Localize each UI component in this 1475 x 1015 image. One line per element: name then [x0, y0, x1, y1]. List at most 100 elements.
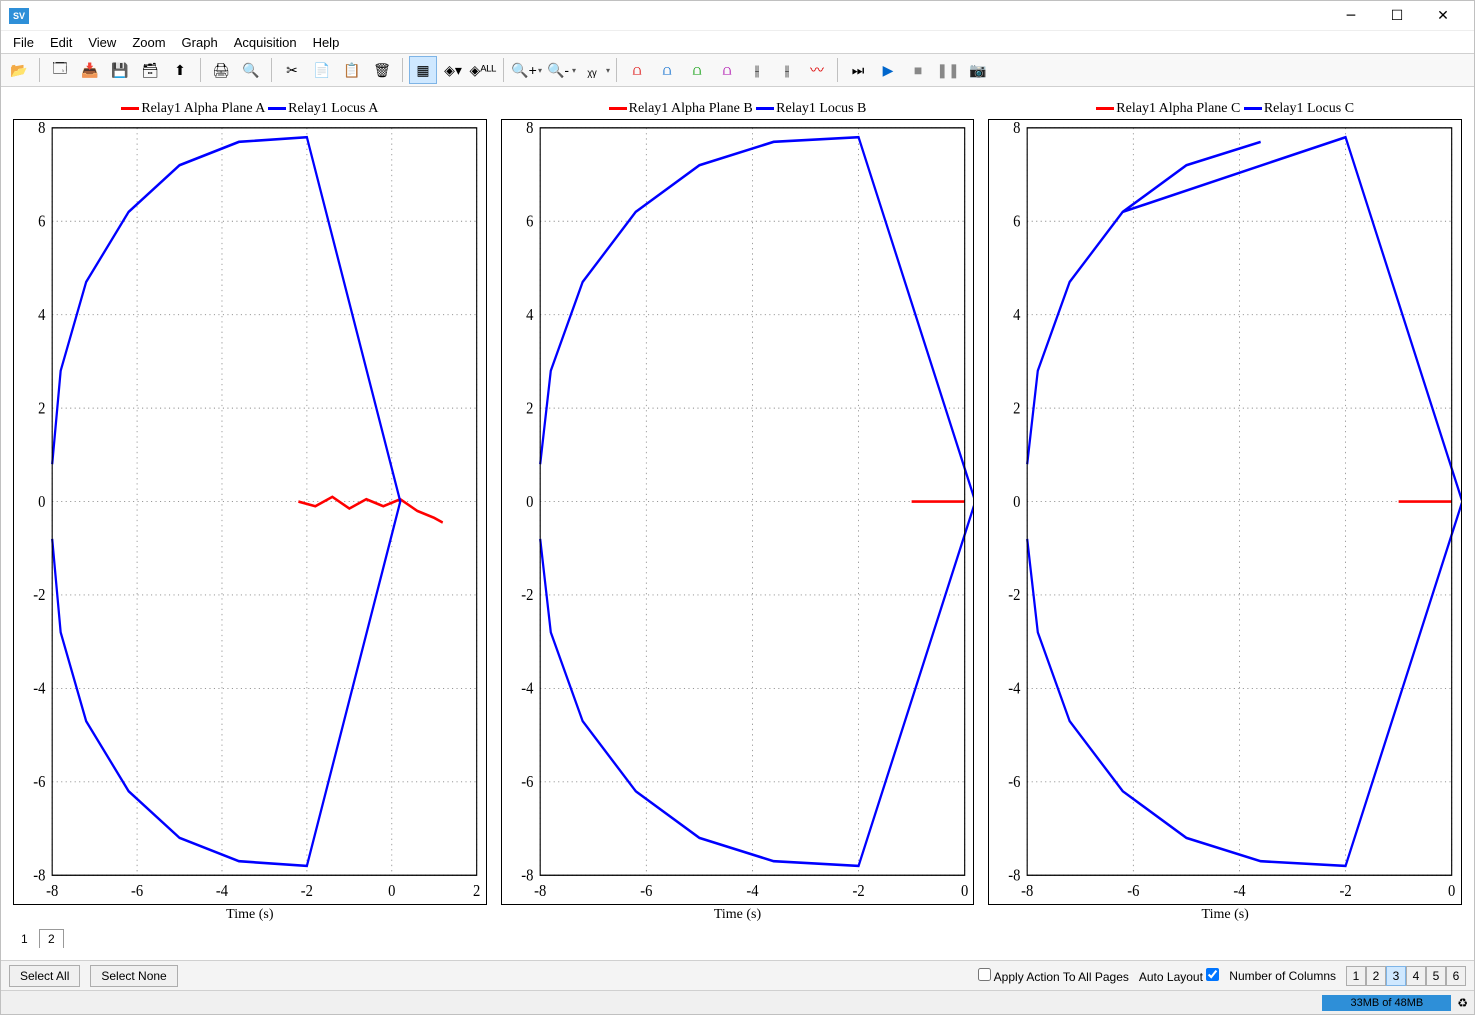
open-icon[interactable]: 📂: [5, 56, 33, 84]
signal-c-icon[interactable]: ⩍: [683, 56, 711, 84]
svg-text:-4: -4: [521, 680, 533, 698]
svg-text:-2: -2: [852, 882, 864, 900]
num-cols-label: Number of Columns: [1229, 969, 1336, 983]
svg-text:0: 0: [388, 882, 395, 900]
marker-all-icon[interactable]: ◈ᴬᴸᴸ: [469, 56, 497, 84]
chart-plot-area[interactable]: -8-6-4-202-8-6-4-202468: [13, 119, 487, 905]
svg-text:-4: -4: [1009, 680, 1021, 698]
svg-text:-8: -8: [1009, 867, 1021, 885]
stop-icon[interactable]: ■: [904, 56, 932, 84]
print-icon[interactable]: 🖨: [207, 56, 235, 84]
svg-text:4: 4: [38, 306, 45, 324]
print-preview-icon[interactable]: 🔍: [237, 56, 265, 84]
close-button[interactable]: ✕: [1420, 1, 1466, 31]
zoom-out-icon[interactable]: 🔍-: [544, 56, 572, 84]
svg-text:6: 6: [1013, 213, 1020, 231]
cursor-h-icon[interactable]: ⫲: [773, 56, 801, 84]
menubar: File Edit View Zoom Graph Acquisition He…: [1, 31, 1474, 53]
svg-text:-2: -2: [301, 882, 313, 900]
app-icon: SV: [9, 8, 29, 24]
save-icon[interactable]: 💾: [106, 56, 134, 84]
svg-text:-4: -4: [33, 680, 45, 698]
apply-all-checkbox[interactable]: Apply Action To All Pages: [978, 968, 1129, 984]
menu-acquisition[interactable]: Acquisition: [228, 33, 303, 52]
menu-view[interactable]: View: [82, 33, 122, 52]
maximize-button[interactable]: ☐: [1374, 1, 1420, 31]
col-button-3[interactable]: 3: [1386, 966, 1406, 986]
chart-grid: Relay1 Alpha Plane A Relay1 Locus A-8-6-…: [13, 99, 1462, 923]
menu-help[interactable]: Help: [307, 33, 346, 52]
signal-d-icon[interactable]: ⩍: [713, 56, 741, 84]
svg-text:-8: -8: [534, 882, 546, 900]
col-button-1[interactable]: 1: [1346, 966, 1366, 986]
new-window-icon[interactable]: 🗔: [46, 56, 74, 84]
content-area: Relay1 Alpha Plane A Relay1 Locus A-8-6-…: [1, 87, 1474, 960]
zoom-in-icon[interactable]: 🔍+: [510, 56, 538, 84]
svg-text:2: 2: [1013, 399, 1020, 417]
svg-text:6: 6: [38, 213, 45, 231]
svg-text:-8: -8: [521, 867, 533, 885]
paste-icon[interactable]: 📋: [338, 56, 366, 84]
svg-text:-6: -6: [131, 882, 143, 900]
chart-plot-area[interactable]: -8-6-4-20-8-6-4-202468: [988, 119, 1462, 905]
chart-xlabel: Time (s): [501, 905, 975, 923]
svg-text:-6: -6: [640, 882, 652, 900]
play-icon[interactable]: ▶: [874, 56, 902, 84]
tab-1[interactable]: 1: [13, 930, 36, 948]
minimize-button[interactable]: ─: [1328, 1, 1374, 31]
marker-icon[interactable]: ◈▾: [439, 56, 467, 84]
svg-text:-4: -4: [1234, 882, 1246, 900]
select-all-button[interactable]: Select All: [9, 965, 80, 987]
svg-text:0: 0: [526, 493, 533, 511]
footer-bar: Select All Select None Apply Action To A…: [1, 960, 1474, 990]
zoom-xy-icon[interactable]: ᵪᵧ: [578, 56, 606, 84]
import-icon[interactable]: 📥: [76, 56, 104, 84]
svg-text:-6: -6: [1128, 882, 1140, 900]
svg-text:4: 4: [1013, 306, 1020, 324]
save-all-icon[interactable]: 🗃: [136, 56, 164, 84]
svg-text:4: 4: [526, 306, 533, 324]
tab-2[interactable]: 2: [39, 929, 64, 948]
svg-text:-2: -2: [521, 586, 533, 604]
chart-2[interactable]: Relay1 Alpha Plane B Relay1 Locus B -8 -6 -…: [501, 99, 975, 923]
svg-text:0: 0: [38, 493, 45, 511]
chart-plot-area[interactable]: -8-6-4-20-8-6-4-202468: [501, 119, 975, 905]
pause-icon[interactable]: ❚❚: [934, 56, 962, 84]
col-button-4[interactable]: 4: [1406, 966, 1426, 986]
step-icon[interactable]: ⏭: [844, 56, 872, 84]
cursor-free-icon[interactable]: 〰: [803, 56, 831, 84]
svg-text:-2: -2: [33, 586, 45, 604]
page-tabs: 1 2: [13, 923, 1462, 948]
svg-text:-6: -6: [33, 773, 45, 791]
snapshot-icon[interactable]: 📷: [964, 56, 992, 84]
svg-text:-8: -8: [33, 867, 45, 885]
recycle-icon[interactable]: ♻: [1457, 996, 1468, 1010]
menu-graph[interactable]: Graph: [176, 33, 224, 52]
grid-icon[interactable]: ▦: [409, 56, 437, 84]
menu-file[interactable]: File: [7, 33, 40, 52]
signal-a-icon[interactable]: ⩍: [623, 56, 651, 84]
auto-layout-checkbox[interactable]: Auto Layout: [1139, 968, 1219, 984]
signal-b-icon[interactable]: ⩍: [653, 56, 681, 84]
col-button-5[interactable]: 5: [1426, 966, 1446, 986]
col-button-6[interactable]: 6: [1446, 966, 1466, 986]
chart-xlabel: Time (s): [13, 905, 487, 923]
svg-text:8: 8: [526, 120, 533, 137]
delete-icon[interactable]: 🗑: [368, 56, 396, 84]
svg-text:2: 2: [473, 882, 480, 900]
svg-text:8: 8: [1013, 120, 1020, 137]
toolbar: 📂 🗔 📥 💾 🗃 ⬆ 🖨 🔍 ✂ 📄 📋 🗑 ▦ ◈▾ ◈ᴬᴸᴸ 🔍+▾ 🔍-…: [1, 53, 1474, 87]
chart-1[interactable]: Relay1 Alpha Plane A Relay1 Locus A-8-6-…: [13, 99, 487, 923]
chart-legend: Relay1 Alpha Plane B Relay1 Locus B: [501, 99, 975, 119]
svg-text:-6: -6: [1009, 773, 1021, 791]
chart-3[interactable]: Relay1 Alpha Plane C Relay1 Locus C-8-6-…: [988, 99, 1462, 923]
select-none-button[interactable]: Select None: [90, 965, 177, 987]
export-icon[interactable]: ⬆: [166, 56, 194, 84]
cut-icon[interactable]: ✂: [278, 56, 306, 84]
menu-edit[interactable]: Edit: [44, 33, 78, 52]
svg-text:-4: -4: [216, 882, 228, 900]
copy-icon[interactable]: 📄: [308, 56, 336, 84]
cursor-v-icon[interactable]: ⫲: [743, 56, 771, 84]
menu-zoom[interactable]: Zoom: [126, 33, 171, 52]
col-button-2[interactable]: 2: [1366, 966, 1386, 986]
